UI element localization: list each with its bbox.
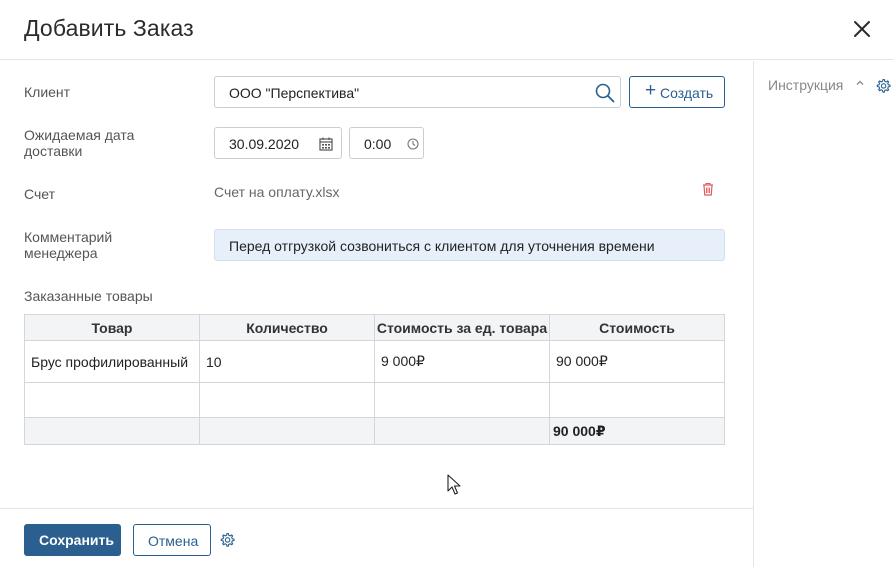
table-cell[interactable]: 90 000₽ (549, 340, 725, 383)
table-row[interactable] (24, 382, 725, 418)
chevron-up-icon[interactable] (855, 78, 865, 88)
create-client-button[interactable]: + Создать (629, 76, 725, 108)
invoice-label: Счет (24, 186, 55, 202)
comment-value: Перед отгрузкой созвониться с клиентом д… (229, 238, 655, 254)
table-cell[interactable] (374, 382, 550, 418)
total-value: 90 000₽ (549, 417, 725, 445)
comment-label: Комментарий менеджера (24, 229, 112, 261)
column-header: Стоимость за ед. товара (374, 314, 550, 341)
table-header-row: Товар Количество Стоимость за ед. товара… (24, 314, 725, 341)
table-row[interactable]: Брус профилированный 10 9 000₽ 90 000₽ (24, 340, 725, 383)
instruction-label[interactable]: Инструкция (768, 77, 843, 93)
delivery-date-label: Ожидаемая дата доставки (24, 127, 134, 159)
client-input[interactable]: ООО "Перспектива" (214, 76, 621, 108)
comment-field[interactable]: Перед отгрузкой созвониться с клиентом д… (214, 229, 725, 261)
goods-table: Товар Количество Стоимость за ед. товара… (24, 314, 725, 445)
time-value: 0:00 (364, 136, 392, 152)
save-button-label: Сохранить (39, 532, 114, 548)
table-cell[interactable] (24, 382, 200, 418)
table-cell (199, 417, 375, 445)
date-value: 30.09.2020 (229, 136, 300, 152)
table-cell (374, 417, 550, 445)
client-value: ООО "Перспектива" (229, 85, 360, 101)
column-header: Количество (199, 314, 375, 341)
table-total-row: 90 000₽ (24, 417, 725, 445)
column-header: Товар (24, 314, 200, 341)
comment-label-line1: Комментарий (24, 229, 113, 245)
invoice-file-link[interactable]: Счет на оплату.xlsx (214, 184, 339, 200)
table-cell[interactable] (199, 382, 375, 418)
table-cell[interactable]: 9 000₽ (374, 340, 550, 383)
create-button-label: Создать (660, 85, 714, 101)
table-cell[interactable]: Брус профилированный (24, 340, 200, 383)
delivery-label-line1: Ожидаемая дата (24, 127, 135, 143)
client-label: Клиент (24, 84, 71, 100)
table-cell[interactable] (549, 382, 725, 418)
cancel-button-label: Отмена (148, 533, 199, 549)
search-icon[interactable] (595, 83, 615, 103)
table-cell (24, 417, 200, 445)
goods-section-title: Заказанные товары (24, 288, 153, 304)
column-header: Стоимость (549, 314, 725, 341)
gear-icon[interactable] (219, 532, 235, 548)
cursor-icon (447, 474, 461, 495)
comment-label-line2: менеджера (24, 245, 98, 261)
clock-icon[interactable] (407, 138, 419, 150)
trash-icon[interactable] (701, 182, 715, 196)
cancel-button[interactable]: Отмена (133, 524, 211, 556)
save-button[interactable]: Сохранить (24, 524, 121, 556)
plus-icon: + (645, 80, 657, 101)
close-icon[interactable] (850, 17, 874, 41)
gear-icon[interactable] (875, 78, 891, 94)
dialog-header: Добавить Заказ (0, 0, 894, 60)
dialog-footer: Сохранить Отмена (0, 508, 753, 567)
table-cell[interactable]: 10 (199, 340, 375, 383)
delivery-label-line2: доставки (24, 143, 83, 159)
dialog-title: Добавить Заказ (24, 15, 194, 41)
time-input[interactable]: 0:00 (349, 127, 424, 159)
calendar-icon[interactable] (319, 137, 333, 151)
instruction-panel: Инструкция (753, 61, 894, 567)
date-input[interactable]: 30.09.2020 (214, 127, 342, 159)
